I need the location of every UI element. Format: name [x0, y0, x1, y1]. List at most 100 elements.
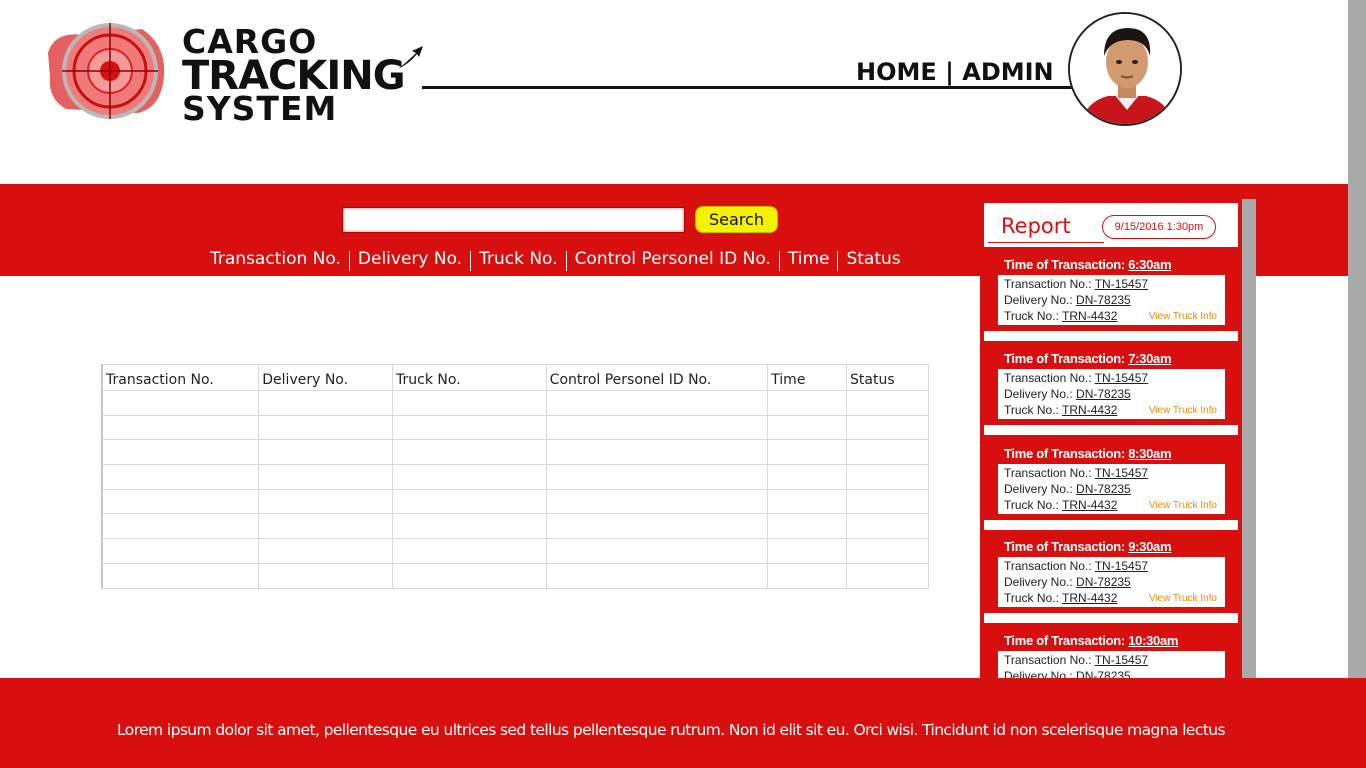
table-cell[interactable] [392, 390, 547, 416]
table-cell[interactable] [392, 562, 547, 589]
table-cell[interactable] [767, 538, 848, 564]
table-cell[interactable] [392, 439, 547, 466]
table-cell[interactable] [846, 390, 929, 416]
table-cell[interactable] [101, 538, 260, 564]
filter-truck-no[interactable]: Truck No. [479, 249, 563, 271]
table-cell[interactable] [258, 513, 394, 540]
table-row[interactable] [101, 439, 929, 466]
table-row[interactable] [101, 414, 929, 441]
table-cell[interactable] [545, 439, 769, 466]
table-cell[interactable] [101, 390, 260, 416]
delivery-value[interactable]: DN-78235 [1076, 575, 1131, 589]
table-cell[interactable] [545, 464, 769, 490]
report-scrollbar[interactable] [1242, 199, 1256, 680]
table-row[interactable] [101, 390, 929, 416]
table-cell[interactable] [101, 439, 260, 466]
user-avatar[interactable] [1068, 12, 1182, 126]
table-row[interactable] [101, 538, 929, 564]
home-link[interactable]: HOME [856, 58, 937, 86]
table-cell[interactable] [767, 439, 848, 466]
column-header-control-personel-id[interactable]: Control Personel ID No. [545, 364, 769, 391]
table-cell[interactable] [258, 439, 394, 466]
transaction-value[interactable]: TN-15457 [1095, 277, 1148, 291]
table-cell[interactable] [101, 488, 260, 515]
table-cell[interactable] [258, 538, 394, 564]
table-cell[interactable] [846, 464, 929, 490]
table-cell[interactable] [767, 488, 848, 515]
table-cell[interactable] [767, 414, 848, 441]
admin-link[interactable]: ADMIN [962, 58, 1053, 86]
transaction-value[interactable]: TN-15457 [1095, 559, 1148, 573]
table-cell[interactable] [258, 414, 394, 441]
table-cell[interactable] [767, 464, 848, 490]
table-cell[interactable] [392, 464, 547, 490]
table-cell[interactable] [101, 464, 260, 490]
entry-details: Transaction No.: TN-15457 Delivery No.: D… [998, 557, 1225, 607]
table-cell[interactable] [101, 562, 260, 589]
transaction-value[interactable]: TN-15457 [1095, 466, 1148, 480]
table-cell[interactable] [846, 414, 929, 441]
transaction-label: Transaction No.: [1004, 466, 1092, 480]
column-header-delivery-no[interactable]: Delivery No. [258, 364, 394, 391]
search-button[interactable]: Search [695, 206, 778, 233]
table-cell[interactable] [767, 513, 848, 540]
table-cell[interactable] [101, 414, 260, 441]
filter-control-personel-id[interactable]: Control Personel ID No. [575, 249, 777, 271]
view-truck-info-link[interactable]: View Truck Info [1149, 403, 1217, 419]
entry-time-value[interactable]: 7:30am [1128, 351, 1171, 366]
truck-value[interactable]: TRN-4432 [1062, 309, 1117, 323]
table-cell[interactable] [392, 414, 547, 441]
delivery-value[interactable]: DN-78235 [1076, 293, 1131, 307]
table-row[interactable] [101, 488, 929, 515]
page-scrollbar[interactable] [1348, 0, 1366, 680]
table-cell[interactable] [258, 488, 394, 515]
table-cell[interactable] [392, 488, 547, 515]
truck-value[interactable]: TRN-4432 [1062, 403, 1117, 417]
app-logo[interactable]: CARGO TRACKING SYSTEM [44, 15, 424, 125]
table-cell[interactable] [392, 538, 547, 564]
transaction-value[interactable]: TN-15457 [1095, 653, 1148, 667]
filter-delivery-no[interactable]: Delivery No. [358, 249, 468, 271]
table-cell[interactable] [545, 562, 769, 589]
table-cell[interactable] [392, 513, 547, 540]
entry-time-value[interactable]: 10:30am [1128, 633, 1178, 648]
truck-value[interactable]: TRN-4432 [1062, 498, 1117, 512]
entry-time-value[interactable]: 9:30am [1128, 539, 1171, 554]
table-cell[interactable] [101, 513, 260, 540]
view-truck-info-link[interactable]: View Truck Info [1149, 309, 1217, 325]
table-cell[interactable] [545, 414, 769, 441]
table-cell[interactable] [767, 562, 848, 589]
view-truck-info-link[interactable]: View Truck Info [1149, 498, 1217, 514]
table-cell[interactable] [545, 390, 769, 416]
view-truck-info-link[interactable]: View Truck Info [1149, 591, 1217, 607]
search-input[interactable] [342, 207, 685, 233]
table-cell[interactable] [258, 464, 394, 490]
table-cell[interactable] [846, 439, 929, 466]
entry-time-value[interactable]: 6:30am [1128, 257, 1171, 272]
table-row[interactable] [101, 513, 929, 540]
column-header-time[interactable]: Time [767, 364, 848, 391]
transaction-value[interactable]: TN-15457 [1095, 371, 1148, 385]
entry-time-value[interactable]: 8:30am [1128, 446, 1171, 461]
table-cell[interactable] [258, 562, 394, 589]
table-cell[interactable] [767, 390, 848, 416]
table-cell[interactable] [846, 488, 929, 515]
table-cell[interactable] [846, 538, 929, 564]
column-header-status[interactable]: Status [846, 364, 929, 391]
table-cell[interactable] [846, 562, 929, 589]
table-cell[interactable] [846, 513, 929, 540]
delivery-value[interactable]: DN-78235 [1076, 482, 1131, 496]
table-row[interactable] [101, 562, 929, 589]
table-cell[interactable] [258, 390, 394, 416]
truck-value[interactable]: TRN-4432 [1062, 591, 1117, 605]
table-cell[interactable] [545, 513, 769, 540]
table-cell[interactable] [545, 488, 769, 515]
table-cell[interactable] [545, 538, 769, 564]
column-header-transaction-no[interactable]: Transaction No. [101, 364, 260, 391]
filter-transaction-no[interactable]: Transaction No. [210, 249, 347, 271]
filter-status[interactable]: Status [846, 249, 906, 271]
delivery-value[interactable]: DN-78235 [1076, 387, 1131, 401]
column-header-truck-no[interactable]: Truck No. [392, 364, 547, 391]
table-row[interactable] [101, 464, 929, 490]
filter-time[interactable]: Time [788, 249, 836, 271]
